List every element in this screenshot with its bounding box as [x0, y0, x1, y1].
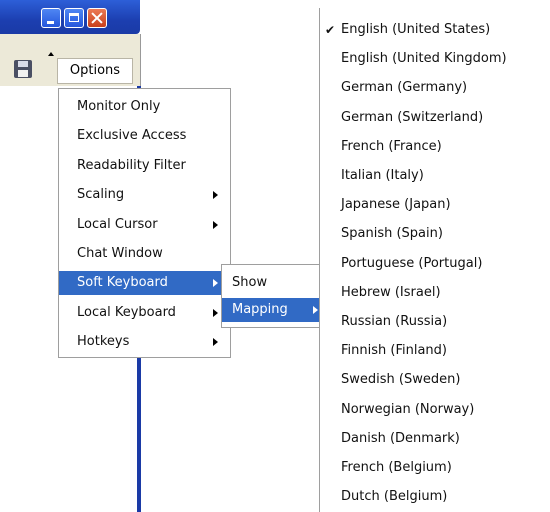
submenu-arrow-icon	[213, 308, 218, 317]
window-titlebar	[0, 0, 140, 34]
menu-item-chat-window[interactable]: Chat Window	[59, 242, 230, 266]
lang-item-finnish-finland[interactable]: Finnish (Finland)	[320, 339, 550, 363]
menu-item-mapping[interactable]: Mapping	[222, 298, 320, 322]
menu-item-label: Danish (Denmark)	[341, 430, 460, 446]
lang-item-portuguese-portugal[interactable]: Portuguese (Portugal)	[320, 252, 550, 276]
menu-item-readability-filter[interactable]: Readability Filter	[59, 154, 230, 178]
lang-item-spanish-spain[interactable]: Spanish (Spain)	[320, 222, 550, 246]
menu-item-label: Scaling	[77, 187, 125, 203]
menu-item-label: Swedish (Sweden)	[341, 372, 461, 388]
mapping-submenu: ✔ English (United States) English (United …	[319, 8, 550, 512]
lang-item-danish-denmark[interactable]: Danish (Denmark)	[320, 427, 550, 451]
menu-item-label: Soft Keyboard	[77, 275, 168, 291]
menu-item-label: Chat Window	[77, 246, 163, 261]
lang-item-french-belgium[interactable]: French (Belgium)	[320, 456, 550, 480]
lang-item-german-switzerland[interactable]: German (Switzerland)	[320, 106, 550, 130]
maximize-icon	[65, 9, 83, 27]
menu-item-scaling[interactable]: Scaling	[59, 183, 230, 207]
options-menu: Monitor Only Exclusive Access Readability …	[58, 88, 231, 358]
menu-item-exclusive-access[interactable]: Exclusive Access	[59, 124, 230, 148]
menu-item-label: French (France)	[341, 138, 442, 154]
toolbar: Options	[0, 34, 141, 86]
menu-item-label: Hotkeys	[77, 334, 130, 350]
soft-keyboard-submenu: Show Mapping	[221, 264, 321, 328]
menu-item-label: Monitor Only	[77, 99, 161, 114]
menu-item-label: Portuguese (Portugal)	[341, 255, 483, 271]
minimize-icon	[42, 9, 60, 27]
lang-item-italian-italy[interactable]: Italian (Italy)	[320, 164, 550, 188]
lang-item-japanese-japan[interactable]: Japanese (Japan)	[320, 193, 550, 217]
menu-item-label: German (Switzerland)	[341, 109, 484, 125]
menu-item-label: Exclusive Access	[77, 128, 187, 144]
menu-item-label: Hebrew (Israel)	[341, 284, 441, 300]
menu-item-show[interactable]: Show	[222, 271, 320, 295]
menu-item-label: Local Keyboard	[77, 304, 176, 320]
lang-item-german-germany[interactable]: German (Germany)	[320, 76, 550, 100]
menu-item-label: Japanese (Japan)	[341, 197, 451, 213]
menu-item-hotkeys[interactable]: Hotkeys	[59, 330, 230, 354]
floppy-disk-icon	[14, 60, 32, 78]
options-button[interactable]: Options	[57, 58, 133, 84]
minimize-button[interactable]	[41, 8, 61, 28]
menu-item-label: English (United Kingdom)	[341, 51, 507, 67]
menu-item-monitor-only[interactable]: Monitor Only	[59, 95, 230, 119]
lang-item-russian-russia[interactable]: Russian (Russia)	[320, 310, 550, 334]
submenu-arrow-icon	[213, 191, 218, 200]
menu-item-soft-keyboard[interactable]: Soft Keyboard	[59, 271, 230, 296]
lang-item-english-united-states[interactable]: ✔ English (United States)	[320, 18, 550, 42]
menu-item-local-cursor[interactable]: Local Cursor	[59, 213, 230, 237]
lang-item-french-france[interactable]: French (France)	[320, 135, 550, 159]
lang-item-english-united-kingdom[interactable]: English (United Kingdom)	[320, 47, 550, 71]
menu-item-label: Russian (Russia)	[341, 314, 448, 329]
menu-item-label: Italian (Italy)	[341, 168, 424, 183]
menu-item-label: Spanish (Spain)	[341, 226, 443, 242]
menu-item-local-keyboard[interactable]: Local Keyboard	[59, 301, 230, 325]
lang-item-swedish-sweden[interactable]: Swedish (Sweden)	[320, 368, 550, 392]
caret-up-icon	[48, 52, 54, 56]
menu-item-label: Dutch (Belgium)	[341, 489, 448, 505]
lang-item-dutch-belgium[interactable]: Dutch (Belgium)	[320, 485, 550, 509]
checkmark-icon: ✔	[325, 23, 336, 37]
menu-item-label: Local Cursor	[77, 216, 158, 232]
lang-item-hebrew-israel[interactable]: Hebrew (Israel)	[320, 281, 550, 305]
submenu-arrow-icon	[213, 338, 218, 347]
menu-item-label: Mapping	[232, 302, 288, 317]
submenu-arrow-icon	[213, 220, 218, 229]
menu-item-label: German (Germany)	[341, 80, 468, 96]
close-icon	[88, 9, 106, 27]
menu-item-label: Finnish (Finland)	[341, 343, 447, 359]
maximize-button[interactable]	[64, 8, 84, 28]
submenu-arrow-icon	[313, 306, 318, 314]
menu-item-label: Norwegian (Norway)	[341, 401, 475, 417]
lang-item-norwegian-norway[interactable]: Norwegian (Norway)	[320, 398, 550, 422]
menu-item-label: Readability Filter	[77, 157, 186, 173]
submenu-arrow-icon	[213, 279, 218, 288]
menu-item-label: English (United States)	[341, 22, 491, 37]
close-button[interactable]	[87, 8, 107, 28]
menu-item-label: Show	[232, 275, 268, 290]
menu-item-label: French (Belgium)	[341, 460, 452, 475]
